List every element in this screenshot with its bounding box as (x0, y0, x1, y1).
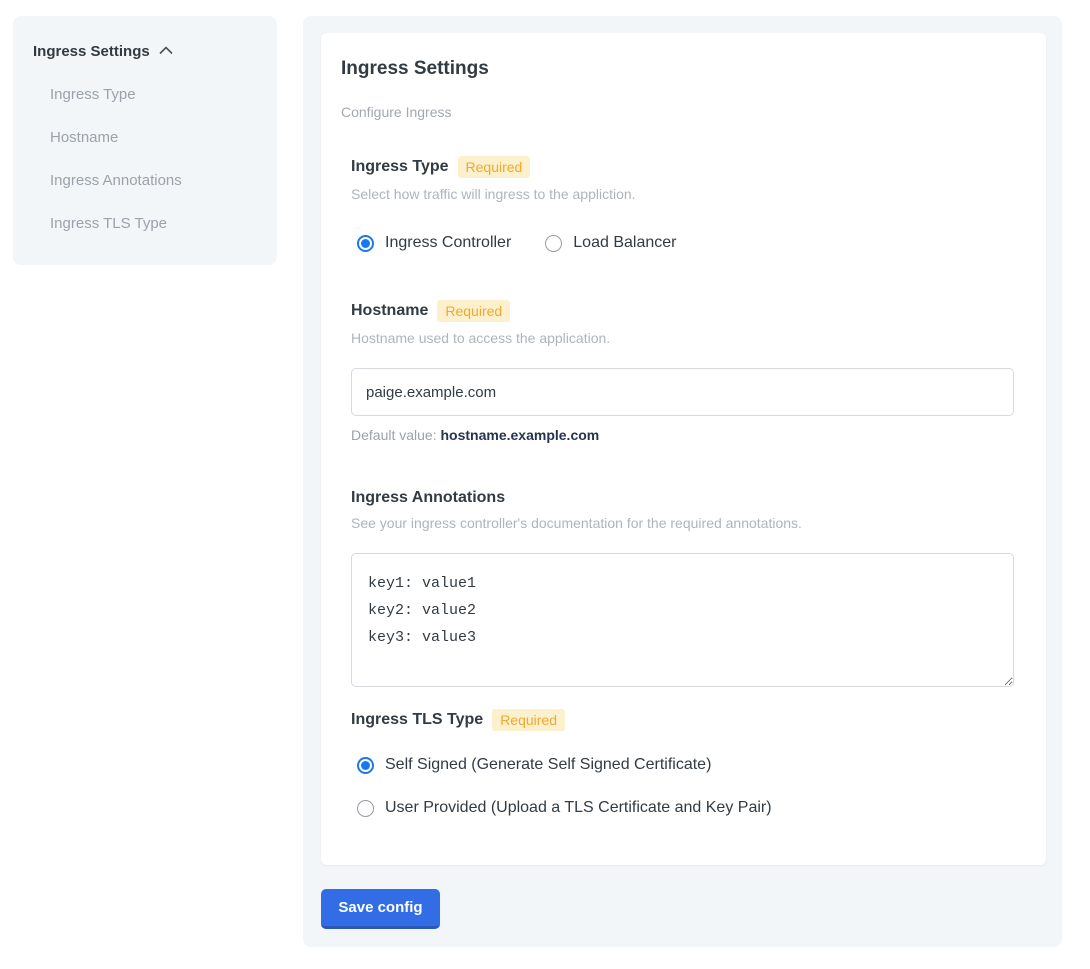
radio-user-provided[interactable]: User Provided (Upload a TLS Certificate … (351, 799, 1014, 817)
required-badge: Required (437, 300, 510, 322)
required-badge: Required (458, 156, 531, 178)
config-panel: Ingress Settings Configure Ingress Ingre… (303, 16, 1062, 947)
default-value-text: hostname.example.com (441, 427, 600, 443)
default-value-prefix: Default value: (351, 427, 441, 443)
ingress-annotations-help: See your ingress controller's documentat… (351, 515, 1014, 531)
page-title: Ingress Settings (341, 58, 1026, 80)
ingress-type-help: Select how traffic will ingress to the a… (351, 186, 1014, 202)
radio-ingress-controller[interactable]: Ingress Controller (357, 234, 511, 252)
radio-icon (545, 235, 562, 252)
radio-user-provided-label: User Provided (Upload a TLS Certificate … (385, 799, 772, 817)
sidebar-item-ingress-tls-type[interactable]: Ingress TLS Type (33, 215, 257, 232)
sidebar-item-ingress-type[interactable]: Ingress Type (33, 86, 257, 103)
ingress-annotations-label: Ingress Annotations (351, 489, 505, 507)
group-ingress-type: Ingress Type Required Select how traffic… (351, 156, 1014, 252)
config-nav-sidebar: Ingress Settings Ingress Type Hostname I… (13, 16, 277, 265)
radio-self-signed-label: Self Signed (Generate Self Signed Certif… (385, 756, 711, 774)
sidebar-item-hostname[interactable]: Hostname (33, 129, 257, 146)
radio-self-signed[interactable]: Self Signed (Generate Self Signed Certif… (351, 756, 1014, 774)
ingress-tls-type-label: Ingress TLS Type (351, 711, 483, 729)
config-card: Ingress Settings Configure Ingress Ingre… (321, 33, 1046, 865)
group-hostname: Hostname Required Hostname used to acces… (351, 300, 1014, 443)
ingress-type-label: Ingress Type (351, 158, 449, 176)
sidebar-group-toggle[interactable]: Ingress Settings (33, 42, 257, 60)
group-ingress-tls-type: Ingress TLS Type Required Self Signed (G… (351, 709, 1014, 817)
radio-ingress-controller-label: Ingress Controller (385, 234, 511, 252)
radio-load-balancer[interactable]: Load Balancer (545, 234, 676, 252)
hostname-input[interactable] (351, 368, 1014, 416)
radio-load-balancer-label: Load Balancer (573, 234, 676, 252)
ingress-annotations-textarea[interactable]: key1: value1 key2: value2 key3: value3 (351, 553, 1014, 687)
save-config-button[interactable]: Save config (321, 889, 440, 929)
hostname-help: Hostname used to access the application. (351, 330, 1014, 346)
sidebar-group-title: Ingress Settings (33, 43, 150, 60)
chevron-up-icon (159, 42, 173, 60)
sidebar-item-ingress-annotations[interactable]: Ingress Annotations (33, 172, 257, 189)
hostname-label: Hostname (351, 302, 428, 320)
radio-icon (357, 757, 374, 774)
page-subtitle: Configure Ingress (341, 104, 1026, 120)
required-badge: Required (492, 709, 565, 731)
hostname-default-line: Default value: hostname.example.com (351, 427, 1014, 443)
group-ingress-annotations: Ingress Annotations See your ingress con… (351, 489, 1014, 687)
radio-icon (357, 800, 374, 817)
radio-icon (357, 235, 374, 252)
